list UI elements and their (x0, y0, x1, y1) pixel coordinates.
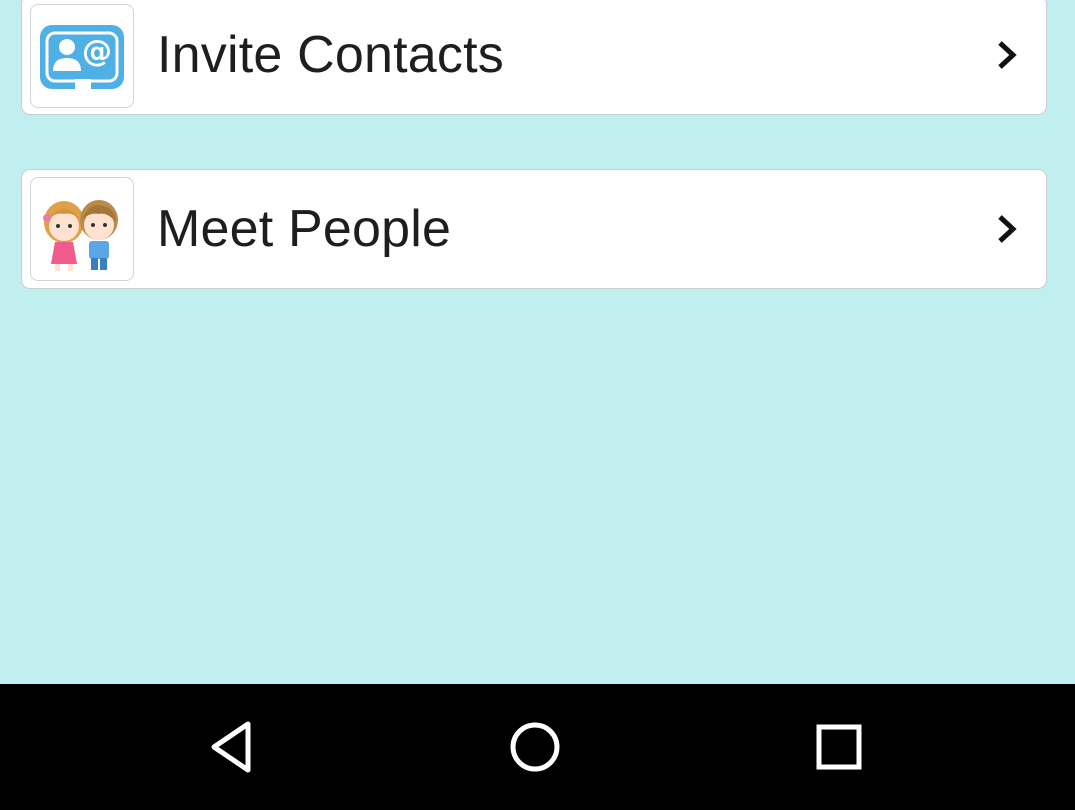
recents-square-icon[interactable] (806, 714, 872, 780)
chevron-right-icon (998, 41, 1017, 69)
system-navigation-bar (0, 684, 1075, 810)
menu-list: @ Invite Contacts Meet People (0, 0, 1075, 684)
back-triangle-icon[interactable] (202, 714, 268, 780)
invite-contacts-label: Invite Contacts (157, 26, 504, 84)
invite-contacts-item[interactable]: @ Invite Contacts (21, 0, 1047, 115)
contact-card-icon: @ (30, 4, 134, 108)
app-screen: @ Invite Contacts Meet People (0, 0, 1075, 810)
couple-avatar-icon (30, 177, 134, 281)
svg-text:@: @ (82, 34, 112, 69)
meet-people-item[interactable]: Meet People (21, 169, 1047, 289)
chevron-right-icon (998, 215, 1017, 243)
home-circle-icon[interactable] (502, 714, 568, 780)
meet-people-label: Meet People (157, 200, 452, 258)
